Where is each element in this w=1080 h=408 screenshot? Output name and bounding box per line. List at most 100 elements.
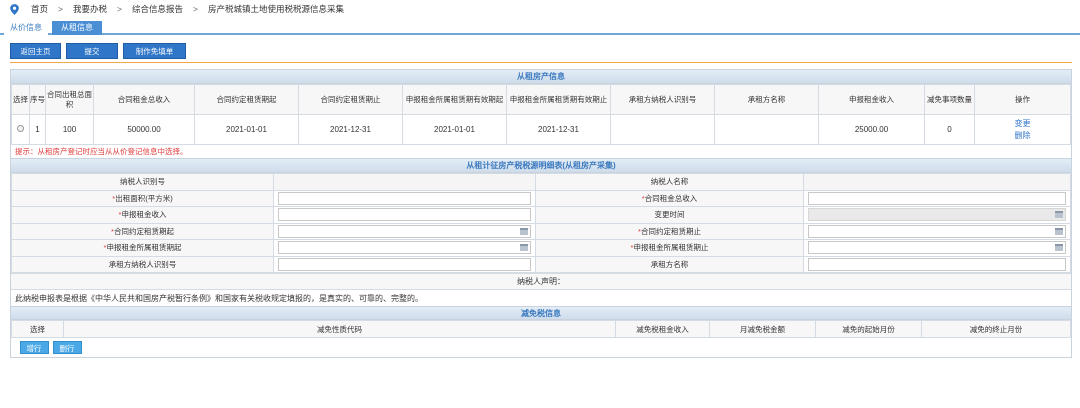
row-actions: 变更 删除 xyxy=(974,114,1071,145)
row-exempt-count: 0 xyxy=(924,114,975,145)
col-header: 月减免税金额 xyxy=(709,320,816,338)
decl-end-label-text: 申报租金所属租赁期止 xyxy=(633,243,709,253)
row-tenant-id xyxy=(610,114,715,145)
tab-bar: 从价信息 从租信息 xyxy=(0,21,1080,35)
breadcrumb-separator: > xyxy=(58,4,63,14)
calendar-icon xyxy=(1055,211,1063,219)
table-row: 1 100 50000.00 2021-01-01 2021-12-31 202… xyxy=(11,114,1071,145)
row-contract-end: 2021-12-31 xyxy=(298,114,403,145)
col-header: 减免的终止月份 xyxy=(921,320,1071,338)
delete-row-button[interactable]: 删行 xyxy=(52,340,82,354)
lease-area-label-text: 出租面积(平方米) xyxy=(115,193,173,203)
row-area: 100 xyxy=(45,114,94,145)
decl-start-cell xyxy=(273,239,536,257)
tenant-id-label: 承租方纳税人识别号 xyxy=(11,255,274,273)
breadcrumb: 首页 > 我要办税 > 综合信息报告 > 房产税城镇土地使用税税源信息采集 xyxy=(0,0,1080,18)
lease-area-cell xyxy=(273,189,536,207)
contract-total-cell xyxy=(803,189,1071,207)
contract-start-cell xyxy=(273,222,536,240)
taxpayer-name-label: 纳税人名称 xyxy=(535,173,804,191)
rent-info-table: 选择 序号 合同出租总面积 合同租金总收入 合同约定租赁期起 合同约定租赁期止 … xyxy=(11,84,1071,145)
col-header: 申报租金所属租赁期有效期起 xyxy=(402,84,507,115)
toolbar: 返回主页 提交 制作免填单 xyxy=(10,43,186,59)
submit-button[interactable]: 提交 xyxy=(66,43,118,59)
decl-end-label: *申报租金所属租赁期止 xyxy=(535,239,804,257)
declared-income-cell xyxy=(273,206,536,224)
rent-info-title: 从租房产信息 xyxy=(11,70,1071,84)
col-header: 操作 xyxy=(974,84,1071,115)
tenant-name-cell xyxy=(803,255,1071,273)
decl-end-cell xyxy=(803,239,1071,257)
calendar-icon[interactable] xyxy=(1055,244,1063,252)
exemption-table: 选择 减免性质代码 减免税租金收入 月减免税金额 减免的起始月份 减免的终止月份… xyxy=(11,320,1071,357)
declared-income-input[interactable] xyxy=(278,208,531,222)
breadcrumb-home[interactable]: 首页 xyxy=(31,3,48,15)
row-select-radio[interactable] xyxy=(17,125,24,132)
declaration-title: 纳税人声明： xyxy=(11,273,1071,289)
change-time-cell xyxy=(803,206,1071,224)
declared-income-label: *申报租金收入 xyxy=(11,206,274,224)
exemption-title: 减免税信息 xyxy=(11,306,1071,320)
contract-end-label: *合同约定租赁期止 xyxy=(535,222,804,240)
contract-end-input[interactable] xyxy=(808,224,1066,238)
calendar-icon[interactable] xyxy=(520,244,528,252)
edit-link[interactable]: 变更 xyxy=(975,118,1070,130)
calendar-icon[interactable] xyxy=(520,227,528,235)
tenant-name-input[interactable] xyxy=(808,257,1066,271)
col-header: 减免的起始月份 xyxy=(815,320,922,338)
tenant-id-input[interactable] xyxy=(278,257,531,271)
contract-end-label-text: 合同约定租赁期止 xyxy=(640,226,701,236)
col-header: 选择 xyxy=(11,320,64,338)
declared-income-label-text: 申报租金收入 xyxy=(121,210,167,220)
contract-total-label: *合同租金总收入 xyxy=(535,189,804,207)
tab-value-based[interactable]: 从价信息 xyxy=(4,21,48,35)
delete-link[interactable]: 删除 xyxy=(975,130,1070,142)
col-header: 减免性质代码 xyxy=(63,320,616,338)
decl-start-input[interactable] xyxy=(278,241,531,255)
form-row: *申报租金所属租赁期起 *申报租金所属租赁期止 xyxy=(11,239,1071,257)
col-header: 序号 xyxy=(29,84,46,115)
breadcrumb-separator: > xyxy=(117,4,122,14)
taxpayer-id-value xyxy=(273,173,536,191)
declaration-text: 此纳税申报表是根据《中华人民共和国房产税暂行条例》和国家有关税收规定填报的，是真… xyxy=(11,289,1071,306)
col-header: 合同约定租赁期止 xyxy=(298,84,403,115)
breadcrumb-current: 房产税城镇土地使用税税源信息采集 xyxy=(207,4,344,14)
change-time-label: 变更时间 xyxy=(535,206,804,224)
row-declared-income: 25000.00 xyxy=(818,114,925,145)
detail-title: 从租计征房产税税源明细表(从租房产采集) xyxy=(11,159,1071,173)
col-header: 申报租金所属租赁期有效期止 xyxy=(506,84,611,115)
lease-area-input[interactable] xyxy=(278,191,531,205)
decl-start-label-text: 申报租金所属租赁期起 xyxy=(106,243,182,253)
col-header: 合同租金总收入 xyxy=(93,84,195,115)
col-header: 选择 xyxy=(11,84,30,115)
contract-total-input[interactable] xyxy=(808,191,1066,205)
breadcrumb-separator: > xyxy=(192,4,198,14)
exemption-form-button[interactable]: 制作免填单 xyxy=(123,43,186,59)
breadcrumb-tax[interactable]: 我要办税 xyxy=(73,3,107,15)
back-home-button[interactable]: 返回主页 xyxy=(10,43,61,59)
contract-start-label: *合同约定租赁期起 xyxy=(11,222,274,240)
exemption-action-row: 增行 删行 xyxy=(12,338,1071,357)
row-total-income: 50000.00 xyxy=(93,114,195,145)
change-time-input xyxy=(808,208,1066,222)
contract-start-input[interactable] xyxy=(278,224,531,238)
form-row: 承租方纳税人识别号 承租方名称 xyxy=(11,255,1071,273)
row-tenant-name xyxy=(714,114,819,145)
rent-info-header-row: 选择 序号 合同出租总面积 合同租金总收入 合同约定租赁期起 合同约定租赁期止 … xyxy=(11,84,1071,115)
row-decl-start: 2021-01-01 xyxy=(402,114,507,145)
divider xyxy=(10,62,1072,63)
detail-form-table: 纳税人识别号 纳税人名称 *出租面积(平方米) *合同租金总收入 *申报租金收入… xyxy=(11,173,1071,273)
form-row: 纳税人识别号 纳税人名称 xyxy=(11,173,1071,191)
breadcrumb-report[interactable]: 综合信息报告 xyxy=(132,3,183,15)
col-header: 减免事项数量 xyxy=(924,84,975,115)
rent-info-panel: 从租房产信息 选择 序号 合同出租总面积 合同租金总收入 合同约定租赁期起 合同… xyxy=(10,69,1072,358)
contract-start-label-text: 合同约定租赁期起 xyxy=(113,226,174,236)
form-row: *合同约定租赁期起 *合同约定租赁期止 xyxy=(11,222,1071,240)
tab-rent-based[interactable]: 从租信息 xyxy=(52,21,102,35)
location-pin-icon xyxy=(10,3,19,15)
form-row: *申报租金收入 变更时间 xyxy=(11,206,1071,224)
decl-end-input[interactable] xyxy=(808,241,1066,255)
tenant-id-cell xyxy=(273,255,536,273)
add-row-button[interactable]: 增行 xyxy=(19,340,49,354)
calendar-icon[interactable] xyxy=(1055,227,1063,235)
